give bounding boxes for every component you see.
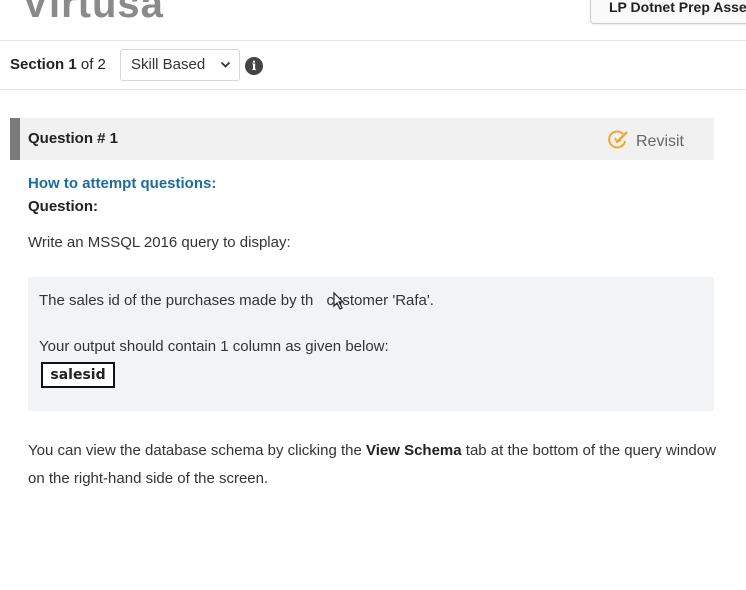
output-column-header: salesid [50,367,106,383]
top-bar: Virtusa LP Dotnet Prep Assessment [0,0,746,41]
section-label: Section [10,56,65,73]
info-icon[interactable]: i [245,57,263,75]
question-label: Question: [28,198,98,215]
view-schema-label: View Schema [365,442,462,459]
question-instruction: Write an MSSQL 2016 query to display: [28,234,291,251]
section-select-value: Skill Based [131,56,206,73]
section-total: of 2 [80,56,106,73]
virtusa-logo: Virtusa [22,0,164,26]
question-detail-start: The sales id of the purchases made by th [39,292,314,309]
mouse-cursor-icon [332,291,346,316]
section-type-select[interactable]: Skill Based [120,49,240,81]
section-indicator: Section 1 of 2 [10,56,106,73]
revisit-edit-icon [608,129,630,154]
how-to-attempt-link[interactable]: How to attempt questions: [28,175,216,192]
output-column-table: salesid [41,362,115,388]
revisit-button[interactable]: Revisit [608,129,684,154]
schema-instructions: You can view the database schema by clic… [28,437,718,493]
question-detail: The sales id of the purchases made by th… [39,292,434,309]
output-note: Your output should contain 1 column as g… [39,338,389,355]
revisit-label: Revisit [635,133,684,150]
assessment-title-tab[interactable]: LP Dotnet Prep Assessment [590,0,746,24]
section-current: 1 [68,56,77,73]
question-detail-box: The sales id of the purchases made by th… [28,277,714,411]
section-bar: Section 1 of 2 Skill Based [0,41,746,90]
schema-text-before: You can view the database schema by clic… [28,442,366,459]
question-header: Question # 1 Revisit [10,118,714,160]
chevron-down-icon [220,50,231,92]
question-number: Question # 1 [28,130,119,147]
